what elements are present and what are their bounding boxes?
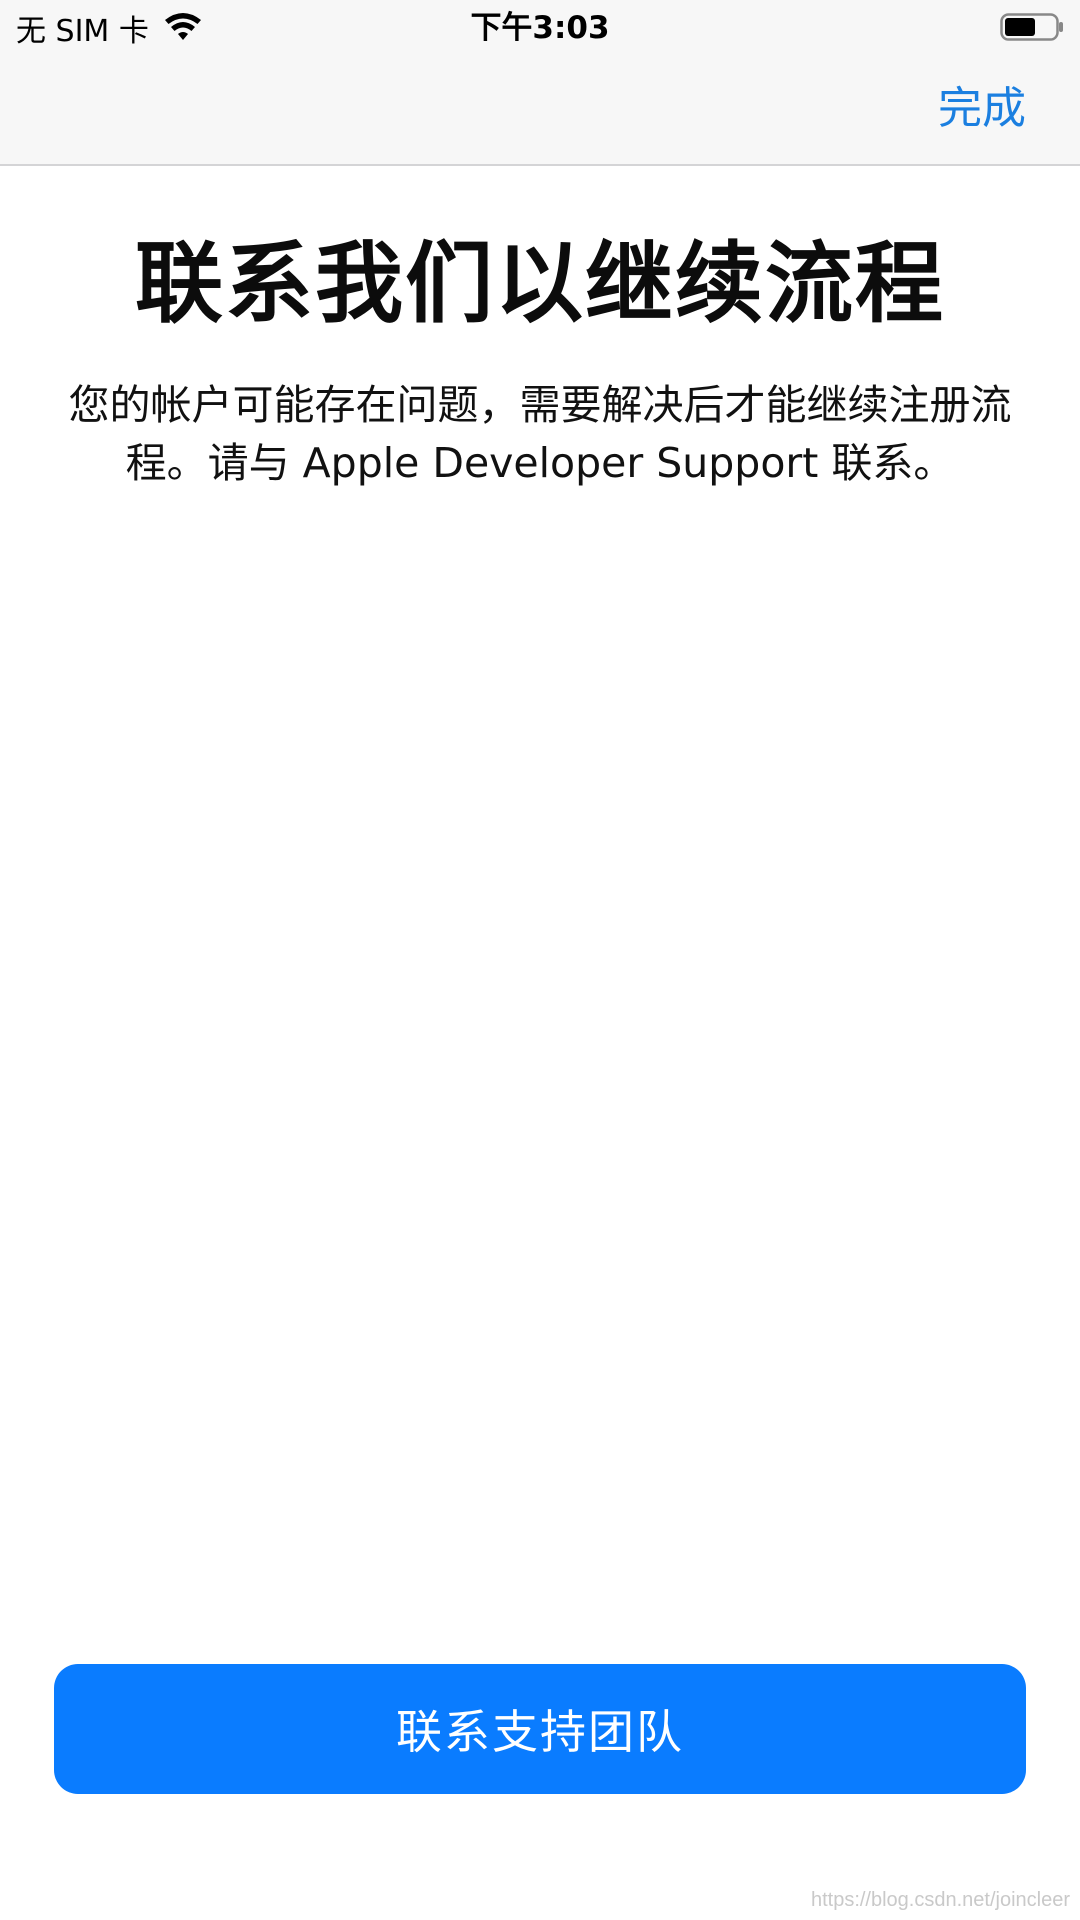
contact-support-label: 联系支持团队 [396, 1705, 684, 1759]
contact-support-button[interactable]: 联系支持团队 [54, 1664, 1026, 1794]
done-button[interactable]: 完成 [938, 82, 1026, 136]
nav-bar: 完成 [0, 54, 1080, 166]
status-bar: 无 SIM 卡 下午3:03 [0, 0, 1080, 54]
top-bar: 无 SIM 卡 下午3:03 完成 [0, 0, 1080, 166]
battery-icon [1000, 13, 1063, 41]
screen: 无 SIM 卡 下午3:03 完成 联系我们以继续流程 您的帐户可能存在问题，需… [0, 0, 1080, 1920]
page-message: 您的帐户可能存在问题，需要解决后才能继续注册流程。请与 Apple Develo… [68, 381, 1012, 487]
watermark: https://blog.csdn.net/joincleer [810, 1889, 1070, 1911]
page-title: 联系我们以继续流程 [134, 232, 945, 335]
status-time: 下午3:03 [470, 10, 610, 46]
